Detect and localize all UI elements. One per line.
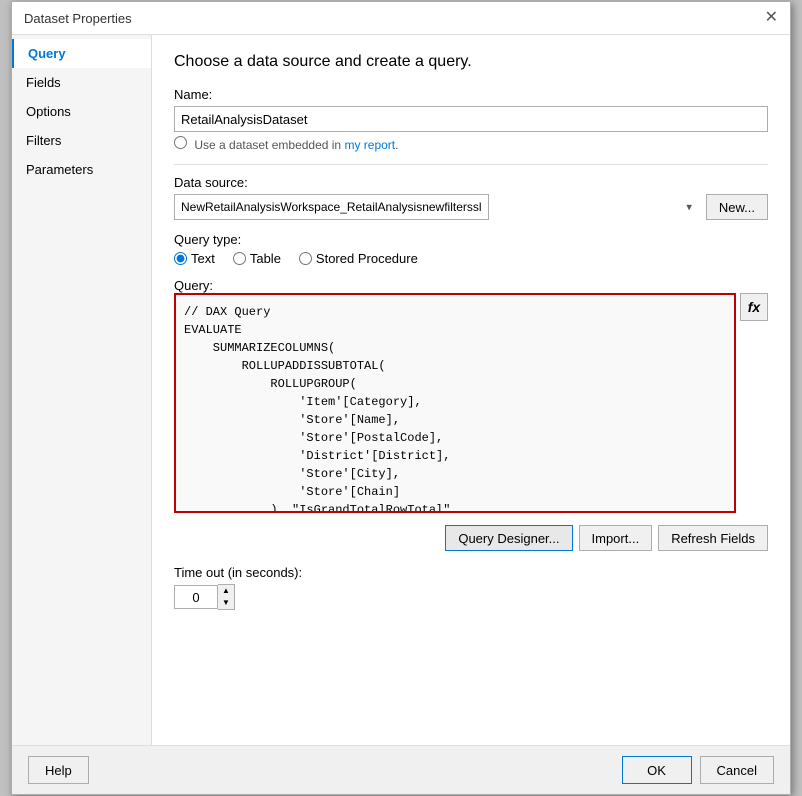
radio-table-label[interactable]: Table <box>233 251 281 266</box>
query-textarea[interactable]: // DAX Query EVALUATE SUMMARIZECOLUMNS( … <box>174 293 736 513</box>
timeout-label: Time out (in seconds): <box>174 565 768 580</box>
query-label: Query: <box>174 278 213 293</box>
close-button[interactable]: ✕ <box>765 10 778 26</box>
help-button[interactable]: Help <box>28 756 89 784</box>
page-title: Choose a data source and create a query. <box>174 53 768 71</box>
datasource-select[interactable]: NewRetailAnalysisWorkspace_RetailAnalysi… <box>174 194 489 220</box>
query-side-buttons: fx <box>740 293 768 513</box>
radio-text-label[interactable]: Text <box>174 251 215 266</box>
timeout-up-button[interactable]: ▲ <box>218 585 234 597</box>
main-content: Choose a data source and create a query.… <box>152 35 790 745</box>
sidebar-item-query[interactable]: Query <box>12 39 151 68</box>
embedded-radio[interactable] <box>174 136 187 149</box>
new-datasource-button[interactable]: New... <box>706 194 768 220</box>
name-row: Name: Use a dataset embedded in my repor… <box>174 87 768 152</box>
timeout-down-button[interactable]: ▼ <box>218 597 234 609</box>
datasource-label: Data source: <box>174 175 768 190</box>
query-type-group: Text Table Stored Procedure <box>174 251 768 266</box>
datasource-controls: NewRetailAnalysisWorkspace_RetailAnalysi… <box>174 194 768 220</box>
datasource-select-wrap: NewRetailAnalysisWorkspace_RetailAnalysi… <box>174 194 698 220</box>
ok-button[interactable]: OK <box>622 756 692 784</box>
query-type-label: Query type: <box>174 232 768 247</box>
timeout-input[interactable] <box>174 585 218 609</box>
radio-text[interactable] <box>174 252 187 265</box>
name-input[interactable] <box>174 106 768 132</box>
dialog-body: Query Fields Options Filters Parameters … <box>12 35 790 745</box>
timeout-input-wrap: ▲ ▼ <box>174 584 234 610</box>
my-report-link[interactable]: my report <box>344 138 395 152</box>
sidebar-item-options[interactable]: Options <box>12 97 151 126</box>
cancel-button[interactable]: Cancel <box>700 756 774 784</box>
refresh-fields-button[interactable]: Refresh Fields <box>658 525 768 551</box>
timeout-row: Time out (in seconds): ▲ ▼ <box>174 565 768 610</box>
datasource-row: Data source: NewRetailAnalysisWorkspace_… <box>174 175 768 220</box>
sidebar-item-filters[interactable]: Filters <box>12 126 151 155</box>
sidebar-item-fields[interactable]: Fields <box>12 68 151 97</box>
fx-button[interactable]: fx <box>740 293 768 321</box>
title-bar: Dataset Properties ✕ <box>12 2 790 35</box>
timeout-spinner: ▲ ▼ <box>218 584 235 610</box>
import-button[interactable]: Import... <box>579 525 653 551</box>
dataset-properties-dialog: Dataset Properties ✕ Query Fields Option… <box>11 1 791 795</box>
query-designer-button[interactable]: Query Designer... <box>445 525 572 551</box>
radio-stored-procedure[interactable] <box>299 252 312 265</box>
dialog-footer: Help OK Cancel <box>12 745 790 794</box>
query-type-row: Query type: Text Table Stored Procedure <box>174 232 768 266</box>
name-label: Name: <box>174 87 768 102</box>
hint-text: Use a dataset embedded in my report. <box>174 136 768 152</box>
action-row: Query Designer... Import... Refresh Fiel… <box>174 525 768 551</box>
footer-right: OK Cancel <box>622 756 774 784</box>
sidebar: Query Fields Options Filters Parameters <box>12 35 152 745</box>
radio-stored-label[interactable]: Stored Procedure <box>299 251 418 266</box>
sidebar-item-parameters[interactable]: Parameters <box>12 155 151 184</box>
radio-table[interactable] <box>233 252 246 265</box>
query-box-wrapper: // DAX Query EVALUATE SUMMARIZECOLUMNS( … <box>174 293 768 513</box>
query-box-row: Query: // DAX Query EVALUATE SUMMARIZECO… <box>174 278 768 513</box>
dialog-title: Dataset Properties <box>24 11 132 26</box>
